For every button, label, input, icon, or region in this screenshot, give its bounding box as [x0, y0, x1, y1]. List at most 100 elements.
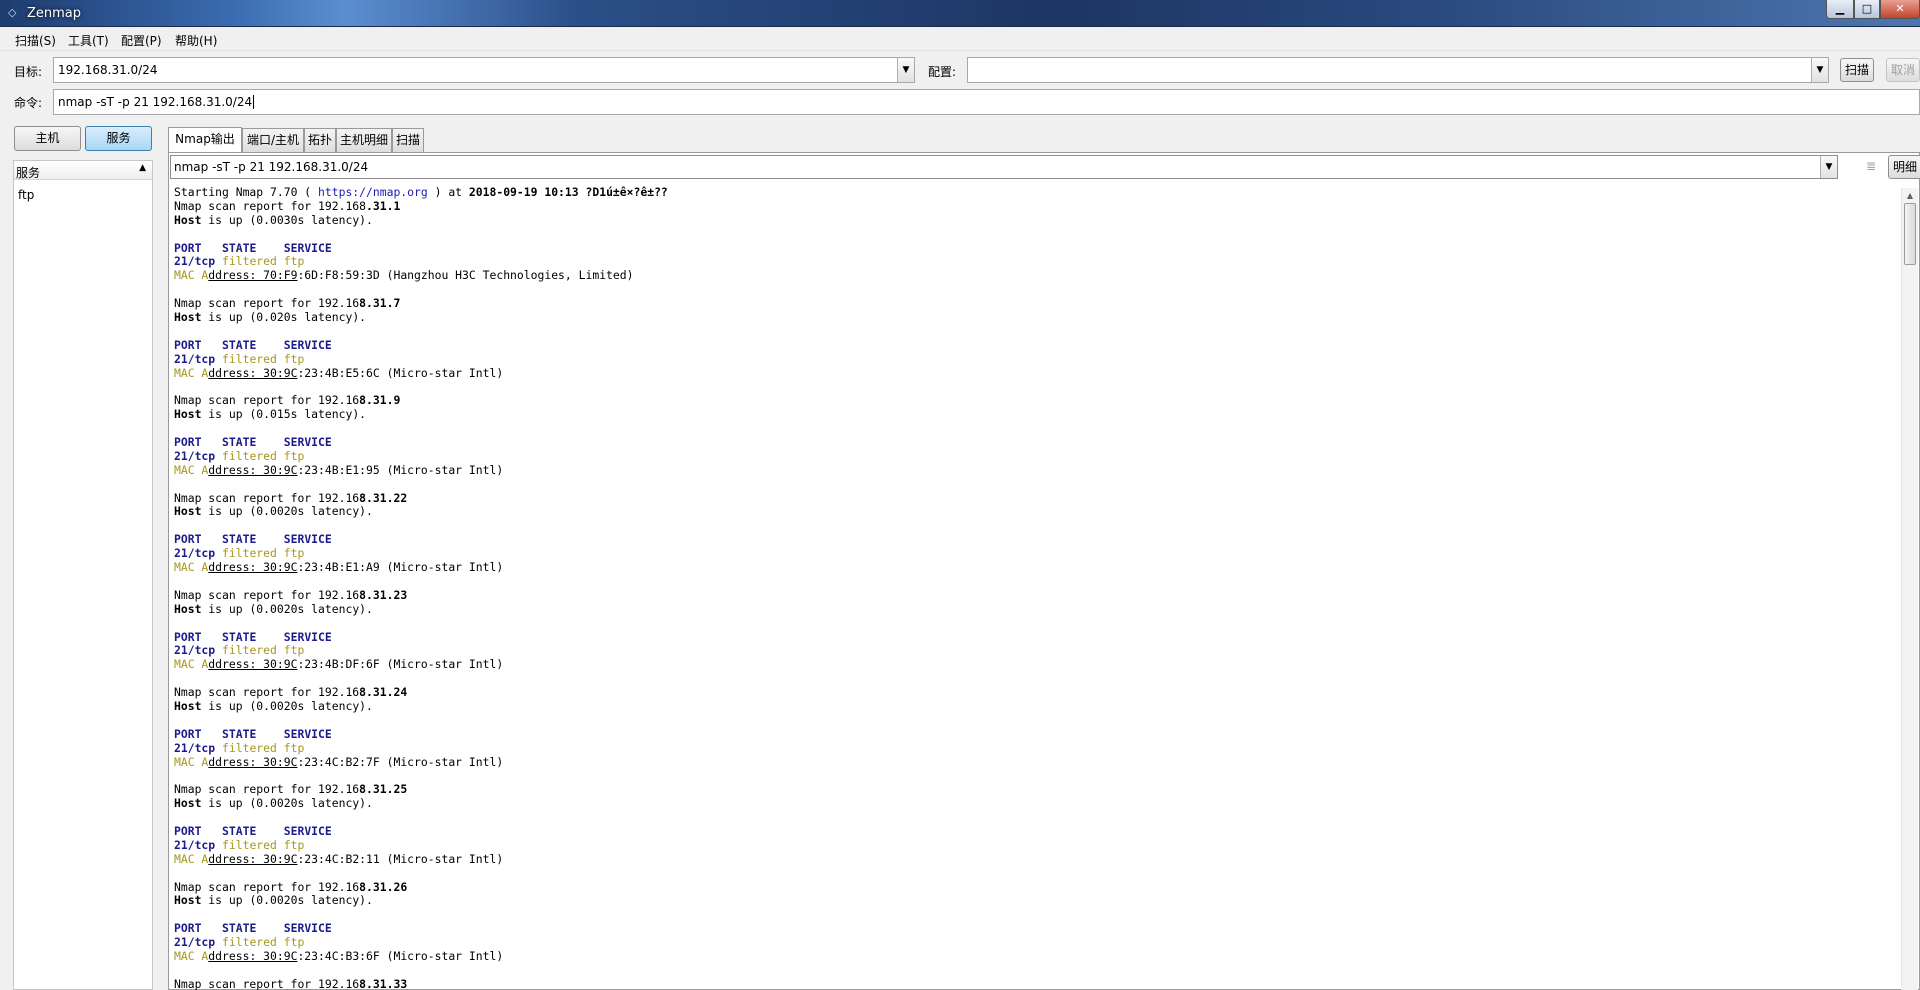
state-value: filtered — [222, 448, 277, 463]
menu-help[interactable]: 帮助(H) — [175, 32, 217, 49]
host-word: Host — [174, 407, 202, 422]
host-ip: 192.168 — [318, 198, 367, 213]
tab-nmap-output[interactable]: Nmap输出 — [168, 127, 242, 152]
service-value: ftp — [283, 448, 305, 463]
port-line: 21/tcp filtered ftp — [174, 546, 1886, 561]
output-command-combo[interactable]: nmap -sT -p 21 192.168.31.0/24 ▼ — [170, 155, 1838, 179]
services-column-header[interactable]: 服务 ▲ — [14, 161, 152, 180]
service-header: SERVICE — [283, 240, 332, 255]
port-value: 21/tcp — [174, 546, 216, 561]
port-header: PORT — [174, 629, 202, 644]
host-status: is up — [201, 601, 250, 616]
state-value: filtered — [222, 351, 277, 366]
host-latency: (0.0020s latency). — [249, 698, 373, 713]
scroll-thumb[interactable] — [1904, 203, 1916, 265]
state-header: STATE — [222, 629, 257, 644]
host-ip: 192.16 — [318, 587, 360, 602]
service-item-ftp[interactable]: ftp — [18, 188, 34, 202]
hosts-toggle-button[interactable]: 主机 — [14, 126, 81, 151]
mac-address: :23:4C:B2:11 — [297, 851, 380, 866]
menu-scan[interactable]: 扫描(S) — [15, 32, 56, 49]
details-button[interactable]: 明细 — [1888, 155, 1920, 179]
mac-address: :23:4B:E1:95 — [297, 462, 380, 477]
services-toggle-button[interactable]: 服务 — [85, 126, 152, 151]
starting-line: Starting Nmap 7.70 ( https://nmap.org ) … — [174, 186, 1886, 200]
host-word: Host — [174, 796, 202, 811]
output-blank-line — [174, 617, 1886, 631]
menu-profile[interactable]: 配置(P) — [121, 32, 162, 49]
tab-host-details[interactable]: 主机明细 — [336, 128, 392, 152]
maximize-button[interactable]: □ — [1854, 0, 1880, 19]
host-ip: 8.31.24 — [359, 685, 408, 700]
target-combo[interactable]: 192.168.31.0/24 ▼ — [53, 57, 915, 83]
state-value: filtered — [222, 254, 277, 269]
mac-vendor: (Micro-star Intl) — [386, 851, 504, 866]
output-blank-line — [174, 908, 1886, 922]
services-list: 服务 ▲ ftp — [13, 160, 153, 990]
mac-prefix: MAC A — [174, 560, 209, 575]
mac-vendor: (Micro-star Intl) — [386, 462, 504, 477]
host-word: Host — [174, 601, 202, 616]
host-latency: (0.015s latency). — [249, 407, 367, 422]
output-dropdown-arrow-icon[interactable]: ▼ — [1820, 156, 1837, 178]
port-line: 21/tcp filtered ftp — [174, 741, 1886, 756]
tab-ports-hosts[interactable]: 端口/主机 — [242, 128, 304, 152]
host-latency: (0.0020s latency). — [249, 893, 373, 908]
port-value: 21/tcp — [174, 935, 216, 950]
nmap-url-link: https://nmap.org — [318, 186, 428, 199]
tab-scans[interactable]: 扫描 — [392, 128, 424, 152]
minimize-button[interactable]: ▁ — [1826, 0, 1854, 19]
menu-tools[interactable]: 工具(T) — [68, 32, 109, 49]
scan-report-line: Nmap scan report for 192.168.31.33 — [174, 976, 1886, 990]
scroll-up-arrow-icon[interactable]: ▲ — [1902, 188, 1918, 203]
mac-prefix: MAC A — [174, 657, 209, 672]
profile-dropdown-arrow-icon[interactable]: ▼ — [1811, 58, 1828, 82]
close-button[interactable]: ✕ — [1880, 0, 1920, 19]
mac-address: :23:4B:E1:A9 — [297, 560, 380, 575]
mac-vendor: (Micro-star Intl) — [386, 365, 504, 380]
command-input[interactable]: nmap -sT -p 21 192.168.31.0/24 — [53, 89, 1920, 115]
output-blank-line — [174, 964, 1886, 978]
start-text: Starting Nmap 7.70 ( — [174, 186, 319, 199]
state-value: filtered — [222, 546, 277, 561]
output-scrollbar[interactable]: ▲ — [1901, 188, 1918, 990]
port-header-line: PORT STATE SERVICE — [174, 532, 1886, 547]
mac-address: :23:4B:E5:6C — [297, 365, 380, 380]
host-word: Host — [174, 212, 202, 227]
host-latency: (0.020s latency). — [249, 310, 367, 325]
port-header: PORT — [174, 435, 202, 450]
host-ip: 192.16 — [318, 976, 360, 990]
host-latency: (0.0030s latency). — [249, 212, 373, 227]
host-ip: 192.16 — [318, 393, 360, 408]
scan-button[interactable]: 扫描 — [1840, 58, 1874, 82]
target-dropdown-arrow-icon[interactable]: ▼ — [897, 58, 914, 82]
state-header: STATE — [222, 532, 257, 547]
minimize-icon: ▁ — [1835, 2, 1845, 15]
cancel-button[interactable]: 取消 — [1886, 58, 1920, 82]
mac-vendor: (Micro-star Intl) — [386, 657, 504, 672]
scan-report-line: Nmap scan report for 192.168.31.23 — [174, 587, 1886, 603]
report-prefix: Nmap scan report for — [174, 393, 319, 408]
garbled-timezone: ?D1ú±ê×?ê±?? — [578, 186, 668, 199]
profile-combo[interactable]: ▼ — [967, 57, 1829, 83]
tab-topology[interactable]: 拓扑 — [304, 128, 336, 152]
mac-vendor: (Micro-star Intl) — [386, 560, 504, 575]
host-status: is up — [201, 504, 250, 519]
services-column-label: 服务 — [16, 166, 41, 180]
mac-line: MAC Address: 30:9C:23:4B:E1:95 (Micro-st… — [174, 462, 1886, 478]
